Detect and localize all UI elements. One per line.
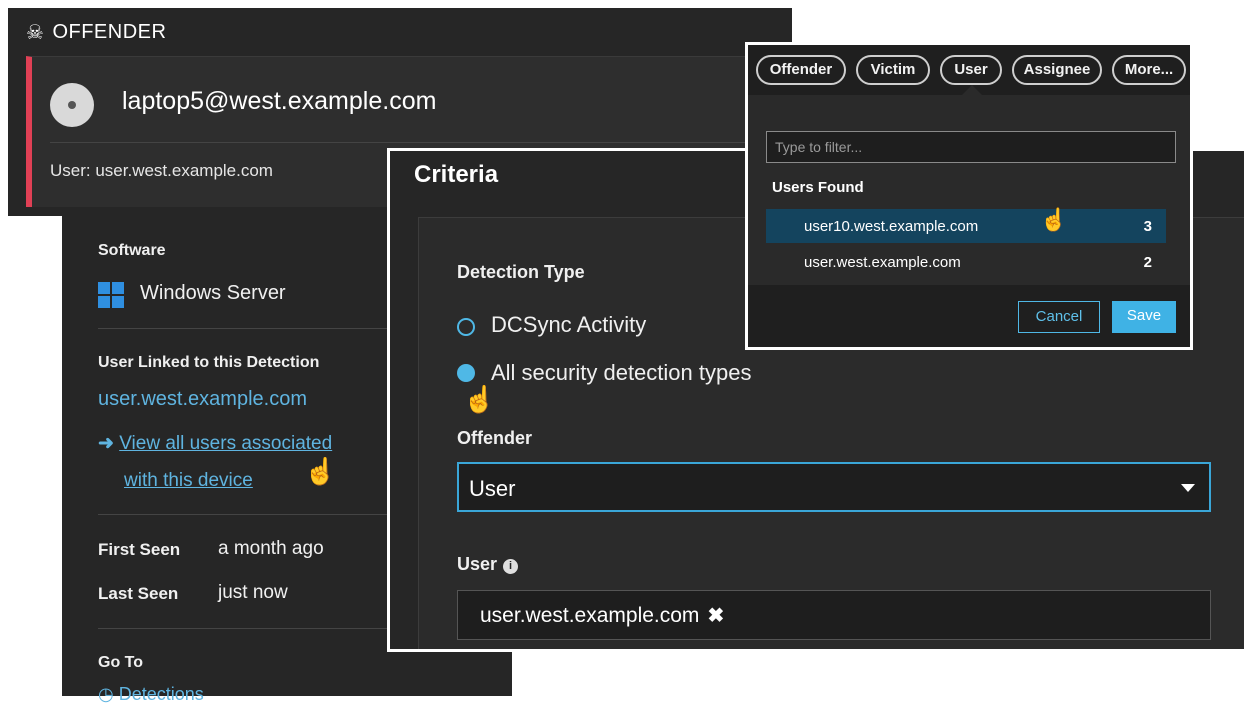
user-row-name: user10.west.example.com xyxy=(804,218,979,235)
filter-input[interactable]: Type to filter... xyxy=(766,131,1176,163)
last-seen-label: Last Seen xyxy=(98,584,179,603)
chip-offender[interactable]: Offender xyxy=(756,55,846,85)
offender-select[interactable]: User xyxy=(457,462,1211,512)
hand-cursor-icon: ☝ xyxy=(463,384,496,414)
divider xyxy=(98,628,388,629)
device-name[interactable]: laptop5@west.example.com xyxy=(122,87,436,116)
cancel-button[interactable]: Cancel xyxy=(1018,301,1100,333)
dropdown-caret-icon xyxy=(1181,484,1195,492)
radio-all-types[interactable] xyxy=(457,364,475,382)
popup-arrow xyxy=(960,85,984,97)
user-linked-link[interactable]: user.west.example.com xyxy=(98,388,307,411)
last-seen-value: just now xyxy=(218,582,288,603)
divider xyxy=(50,142,792,143)
offender-title: OFFENDER xyxy=(52,21,167,43)
software-value: Windows Server xyxy=(140,282,286,304)
goto-detections-link[interactable]: ◷ Detections xyxy=(98,684,204,705)
hand-cursor-icon: ☝ xyxy=(304,456,337,486)
user-row-count: 2 xyxy=(1143,254,1152,271)
chip-more[interactable]: More... xyxy=(1112,55,1186,85)
user-tag-input[interactable]: user.west.example.com ✖ xyxy=(457,590,1211,640)
info-icon[interactable]: i xyxy=(503,559,519,574)
goto-detections-label[interactable]: Detections xyxy=(119,684,204,704)
filter-popup-footer: Cancel Save xyxy=(748,285,1190,347)
skull-icon: ☠ xyxy=(26,22,45,44)
filter-popup: Offender Victim User Assignee More... Ty… xyxy=(745,42,1193,350)
user-row[interactable]: user10.west.example.com 3 xyxy=(766,209,1166,243)
filter-popup-body: Type to filter... Users Found user10.wes… xyxy=(748,85,1190,285)
offender-user: User: user.west.example.com xyxy=(50,161,273,180)
hand-cursor-icon: ☝ xyxy=(1040,207,1068,232)
view-all-users-line1[interactable]: View all users associated xyxy=(119,433,332,454)
first-seen-label: First Seen xyxy=(98,540,181,559)
radio-all-types-label[interactable]: All security detection types xyxy=(491,360,751,386)
user-row-count: 3 xyxy=(1143,218,1152,235)
chip-assignee[interactable]: Assignee xyxy=(1012,55,1102,85)
detection-type-label: Detection Type xyxy=(457,262,585,282)
first-seen-value: a month ago xyxy=(218,538,324,559)
user-label-text: User xyxy=(457,554,498,574)
users-found-label: Users Found xyxy=(772,179,864,196)
radio-dcsync-label[interactable]: DCSync Activity xyxy=(491,312,646,338)
goto-label: Go To xyxy=(98,654,144,671)
offender-select-value: User xyxy=(469,476,516,501)
device-icon xyxy=(50,83,94,127)
save-button[interactable]: Save xyxy=(1112,301,1176,333)
criteria-title: Criteria xyxy=(414,161,499,188)
user-tag-label: user.west.example.com xyxy=(480,604,700,627)
offender-header: ☠ OFFENDER xyxy=(26,20,166,45)
software-label: Software xyxy=(98,242,166,259)
user-row[interactable]: user.west.example.com 2 xyxy=(766,245,1166,279)
radio-dcsync[interactable] xyxy=(457,318,475,336)
remove-tag-icon[interactable]: ✖ xyxy=(707,605,724,627)
user-row-name: user.west.example.com xyxy=(804,254,961,271)
offender-label: Offender xyxy=(457,428,533,448)
view-all-users-line2[interactable]: with this device xyxy=(124,470,253,492)
arrow-right-icon: ➜ xyxy=(98,433,114,454)
view-all-users-link[interactable]: ➜ View all users associated xyxy=(98,432,332,455)
divider xyxy=(98,514,388,515)
divider xyxy=(98,328,388,329)
user-tag: user.west.example.com ✖ xyxy=(480,603,724,628)
user-label: User i xyxy=(457,554,519,575)
chip-victim[interactable]: Victim xyxy=(856,55,930,85)
clock-icon: ◷ xyxy=(98,684,114,704)
user-linked-label: User Linked to this Detection xyxy=(98,354,320,371)
chip-user[interactable]: User xyxy=(940,55,1002,85)
windows-icon xyxy=(98,282,124,308)
